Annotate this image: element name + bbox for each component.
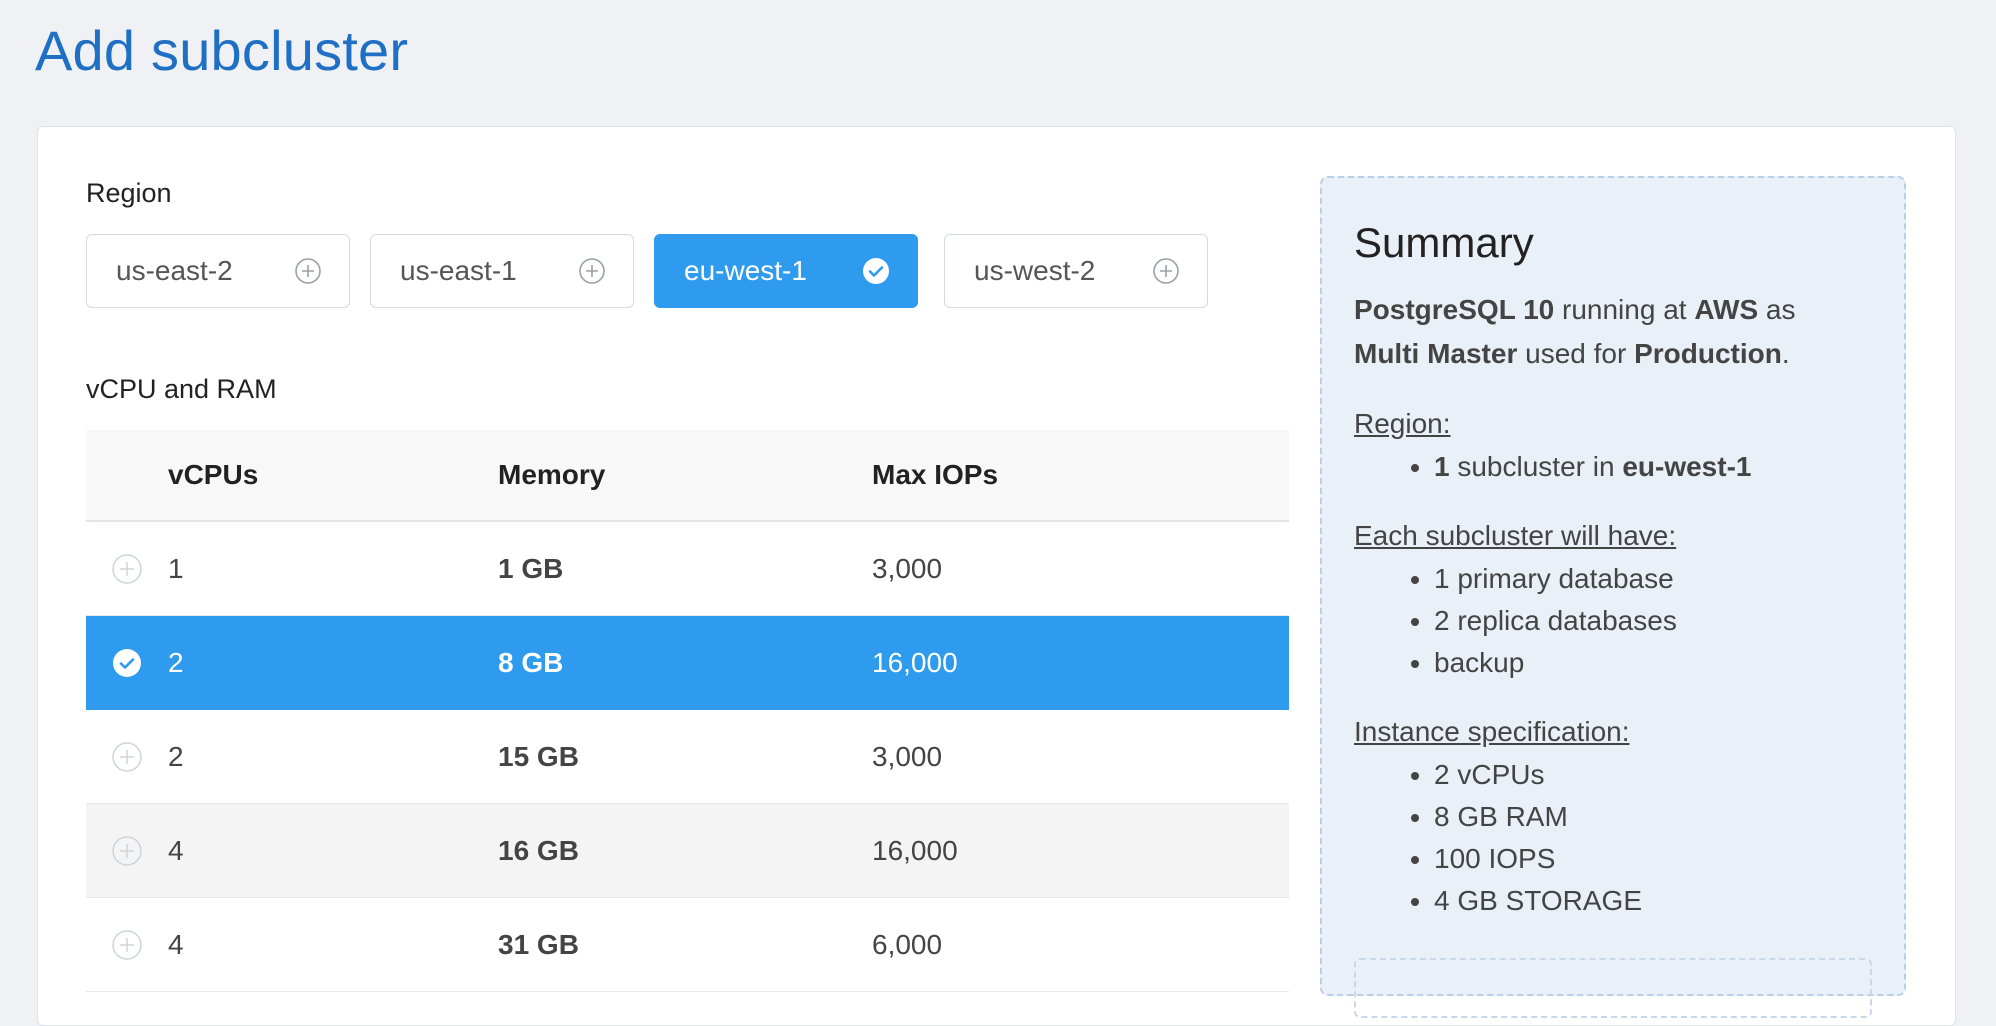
table-row[interactable]: 2 15 GB 3,000 (86, 710, 1289, 804)
table-row[interactable]: 4 31 GB 6,000 (86, 898, 1289, 992)
region-option-us-west-2[interactable]: us-west-2 (944, 234, 1208, 308)
cell-memory: 1 GB (498, 552, 564, 584)
summary-instance-heading: Instance specification: (1354, 716, 1630, 747)
summary-each-heading: Each subcluster will have: (1354, 520, 1677, 551)
summary-provider: AWS (1694, 294, 1759, 325)
cell-iops: 16,000 (872, 834, 958, 866)
summary-description: PostgreSQL 10 running at AWS as Multi Ma… (1354, 288, 1872, 376)
plus-circle-icon (112, 741, 142, 772)
vcpu-ram-label: vCPU and RAM (86, 374, 277, 404)
cell-memory: 16 GB (498, 834, 579, 866)
summary-panel: Summary PostgreSQL 10 running at AWS as … (1320, 176, 1906, 1018)
region-option-label: us-east-1 (400, 255, 517, 286)
check-circle-icon (861, 256, 891, 286)
summary-engine: PostgreSQL 10 (1354, 294, 1555, 325)
list-item: 2 vCPUs (1434, 754, 1872, 796)
list-item: 1 primary database (1434, 558, 1872, 600)
plus-circle-icon (112, 835, 142, 866)
plus-circle-icon (293, 256, 323, 286)
column-header-memory: Memory (498, 459, 606, 490)
region-option-eu-west-1[interactable]: eu-west-1 (654, 234, 918, 308)
table-row[interactable]: 2 8 GB 16,000 (86, 616, 1289, 710)
cell-iops: 3,000 (872, 552, 943, 584)
summary-topology: Multi Master (1354, 338, 1518, 369)
page-title: Add subcluster (35, 19, 409, 82)
region-option-us-east-1[interactable]: us-east-1 (370, 234, 634, 308)
region-option-us-east-2[interactable]: us-east-2 (86, 234, 350, 308)
plus-circle-icon (1151, 256, 1181, 286)
column-header-iops: Max IOPs (872, 459, 999, 490)
list-item: 8 GB RAM (1434, 796, 1872, 838)
region-option-label: eu-west-1 (684, 255, 807, 286)
region-option-label: us-west-2 (974, 255, 1096, 286)
summary-region-heading: Region: (1354, 408, 1451, 439)
summary-text: . (1781, 338, 1790, 369)
summary-environment: Production (1634, 338, 1782, 369)
cell-iops: 16,000 (872, 646, 958, 678)
list-item: 1 subcluster in eu-west-1 (1434, 446, 1872, 488)
cell-vcpus: 2 (168, 740, 184, 772)
summary-inner-box (1354, 958, 1872, 1018)
plus-circle-icon (112, 553, 142, 584)
summary-each-list: 1 primary database 2 replica databases b… (1354, 558, 1872, 684)
list-item: 2 replica databases (1434, 600, 1872, 642)
plus-circle-icon (112, 929, 142, 960)
table-row[interactable]: 4 16 GB 16,000 (86, 804, 1289, 898)
check-circle-icon (112, 648, 142, 678)
summary-text: used for (1525, 338, 1627, 369)
cell-memory: 8 GB (498, 646, 564, 678)
list-item: 100 IOPS (1434, 838, 1872, 880)
cell-iops: 3,000 (872, 740, 943, 772)
summary-title: Summary (1354, 219, 1534, 266)
plus-circle-icon (577, 256, 607, 286)
table-header: vCPUs Memory Max IOPs (86, 430, 1289, 522)
cell-iops: 6,000 (872, 928, 943, 960)
list-item: 4 GB STORAGE (1434, 880, 1872, 922)
summary-region-list: 1 subcluster in eu-west-1 (1354, 446, 1872, 488)
cell-memory: 15 GB (498, 740, 579, 772)
list-item: backup (1434, 642, 1872, 684)
summary-instance-list: 2 vCPUs 8 GB RAM 100 IOPS 4 GB STORAGE (1354, 754, 1872, 922)
column-header-vcpus: vCPUs (168, 459, 259, 490)
cell-vcpus: 4 (168, 834, 184, 866)
table-row[interactable]: 1 1 GB 3,000 (86, 522, 1289, 616)
region-label: Region (86, 178, 172, 208)
summary-text: running at (1562, 294, 1687, 325)
cell-vcpus: 1 (168, 552, 184, 584)
cell-vcpus: 2 (168, 646, 184, 678)
cell-vcpus: 4 (168, 928, 184, 960)
cell-memory: 31 GB (498, 928, 579, 960)
summary-text: as (1765, 294, 1796, 325)
region-option-label: us-east-2 (116, 255, 233, 286)
instance-table: vCPUs Memory Max IOPs 1 1 GB 3,000 2 8 G… (86, 430, 1289, 992)
